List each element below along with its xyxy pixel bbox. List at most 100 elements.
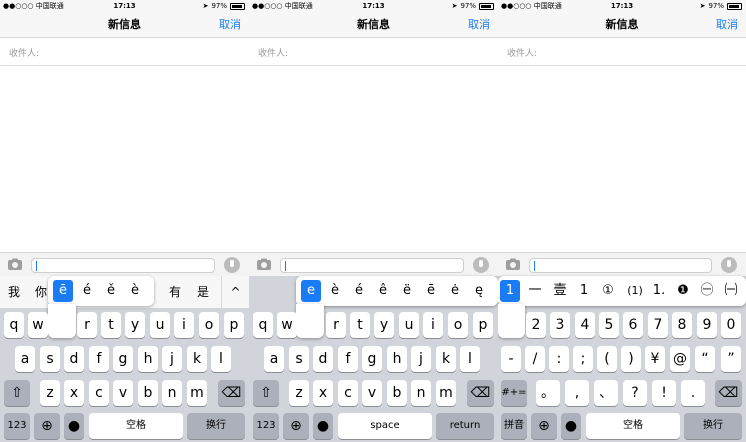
globe-icon[interactable]: ⊕: [283, 413, 309, 439]
key[interactable]: s: [289, 346, 309, 372]
key[interactable]: !: [652, 380, 676, 406]
return-key[interactable]: return: [436, 413, 494, 439]
cancel-button[interactable]: 取消: [468, 12, 490, 38]
candidate-word[interactable]: 是: [197, 276, 209, 308]
key[interactable]: 4: [575, 312, 595, 338]
key[interactable]: w: [277, 312, 297, 338]
cancel-button[interactable]: 取消: [219, 12, 241, 38]
key[interactable]: q: [4, 312, 24, 338]
key[interactable]: (: [597, 346, 617, 372]
microphone-key-icon[interactable]: ●: [64, 413, 84, 439]
key[interactable]: y: [374, 312, 394, 338]
camera-icon[interactable]: [505, 258, 521, 270]
key[interactable]: 。: [536, 380, 560, 406]
accent-option[interactable]: ě: [101, 280, 121, 302]
key[interactable]: x: [313, 380, 333, 406]
key[interactable]: d: [313, 346, 333, 372]
key[interactable]: m: [187, 380, 207, 406]
cancel-button[interactable]: 取消: [716, 12, 738, 38]
key[interactable]: b: [138, 380, 158, 406]
space-key[interactable]: space: [338, 413, 432, 439]
key[interactable]: w: [28, 312, 48, 338]
delete-key[interactable]: ⌫: [467, 380, 494, 406]
key[interactable]: l: [460, 346, 480, 372]
key[interactable]: a: [15, 346, 35, 372]
key[interactable]: 2: [526, 312, 546, 338]
delete-key[interactable]: ⌫: [715, 380, 742, 406]
key[interactable]: t: [101, 312, 121, 338]
key[interactable]: t: [350, 312, 370, 338]
key[interactable]: y: [125, 312, 145, 338]
symbols-key[interactable]: #+=: [501, 380, 527, 406]
recipient-field[interactable]: 收件人:: [498, 38, 746, 66]
key[interactable]: i: [423, 312, 443, 338]
recipient-field[interactable]: 收件人:: [249, 38, 498, 66]
accent-option[interactable]: ê: [373, 280, 393, 302]
key[interactable]: i: [174, 312, 194, 338]
key[interactable]: c: [89, 380, 109, 406]
microphone-icon[interactable]: [473, 257, 489, 273]
key[interactable]: ,: [565, 380, 589, 406]
key[interactable]: 6: [623, 312, 643, 338]
key[interactable]: h: [387, 346, 407, 372]
key[interactable]: z: [289, 380, 309, 406]
key[interactable]: k: [436, 346, 456, 372]
key[interactable]: :: [549, 346, 569, 372]
key[interactable]: g: [362, 346, 382, 372]
accent-option[interactable]: ē: [421, 280, 441, 302]
key[interactable]: “: [695, 346, 715, 372]
accent-option[interactable]: ë: [397, 280, 417, 302]
key[interactable]: /: [525, 346, 545, 372]
microphone-key-icon[interactable]: ●: [313, 413, 333, 439]
key[interactable]: 8: [672, 312, 692, 338]
space-key[interactable]: 空格: [586, 413, 680, 439]
key[interactable]: ): [621, 346, 641, 372]
return-key[interactable]: 换行: [684, 413, 742, 439]
key[interactable]: a: [264, 346, 284, 372]
key[interactable]: n: [162, 380, 182, 406]
key[interactable]: x: [64, 380, 84, 406]
accent-option[interactable]: e: [301, 280, 321, 302]
number-option[interactable]: 1: [574, 280, 594, 302]
microphone-icon[interactable]: [721, 257, 737, 273]
key[interactable]: ¥: [645, 346, 665, 372]
candidate-word[interactable]: 你: [35, 276, 47, 308]
delete-key[interactable]: ⌫: [218, 380, 245, 406]
key[interactable]: v: [113, 380, 133, 406]
key[interactable]: @: [670, 346, 690, 372]
number-option[interactable]: 1: [500, 280, 520, 302]
accent-option[interactable]: é: [77, 280, 97, 302]
key[interactable]: ;: [573, 346, 593, 372]
candidate-word[interactable]: 有: [169, 276, 181, 308]
key[interactable]: -: [501, 346, 521, 372]
recipient-field[interactable]: 收件人:: [0, 38, 249, 66]
key[interactable]: p: [473, 312, 493, 338]
key[interactable]: p: [224, 312, 244, 338]
key[interactable]: ”: [721, 346, 741, 372]
key[interactable]: s: [40, 346, 60, 372]
message-input[interactable]: [280, 258, 464, 273]
key[interactable]: c: [338, 380, 358, 406]
key[interactable]: .: [681, 380, 705, 406]
globe-icon[interactable]: ⊕: [531, 413, 557, 439]
key[interactable]: g: [113, 346, 133, 372]
key[interactable]: r: [77, 312, 97, 338]
numbers-key[interactable]: 123: [4, 413, 30, 439]
key[interactable]: m: [436, 380, 456, 406]
numbers-key[interactable]: 123: [253, 413, 279, 439]
number-option[interactable]: 1.: [649, 280, 669, 302]
accent-option[interactable]: ė: [445, 280, 465, 302]
key[interactable]: 7: [648, 312, 668, 338]
globe-icon[interactable]: ⊕: [34, 413, 60, 439]
key[interactable]: u: [399, 312, 419, 338]
number-option[interactable]: 一: [525, 280, 545, 302]
number-option[interactable]: ❶: [673, 280, 693, 302]
key[interactable]: 3: [550, 312, 570, 338]
message-input[interactable]: [31, 258, 215, 273]
pinyin-key[interactable]: 拼音: [501, 413, 527, 439]
key[interactable]: o: [199, 312, 219, 338]
accent-option[interactable]: ē: [53, 280, 73, 302]
key[interactable]: f: [89, 346, 109, 372]
key[interactable]: d: [64, 346, 84, 372]
number-option[interactable]: ①: [598, 280, 618, 302]
